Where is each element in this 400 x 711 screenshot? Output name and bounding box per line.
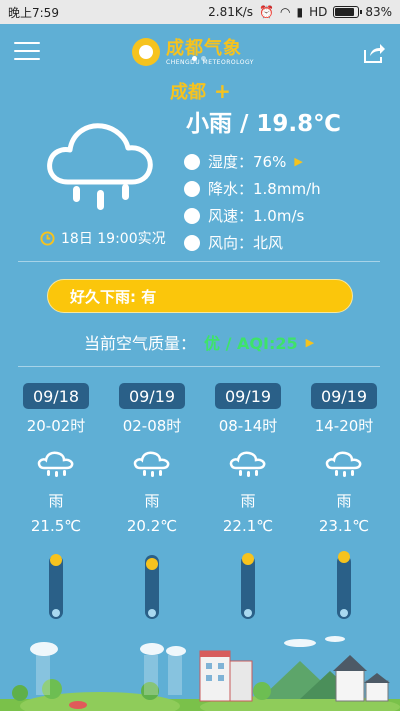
rain-text: 降水：1.8mm/h: [208, 180, 321, 198]
status-network: HD: [309, 5, 328, 19]
forecast-range: 14-20时: [314, 417, 374, 435]
forecast-date: 09/18: [23, 383, 89, 409]
forecast-weather: 雨: [48, 492, 64, 510]
wifi-icon: ◠: [279, 5, 291, 19]
logo-title: 成都气象: [166, 37, 242, 59]
status-speed: 2.81K/s: [208, 5, 254, 19]
rain-cloud-icon: [133, 451, 170, 477]
battery-icon: [333, 6, 363, 18]
forecast-date: 09/19: [215, 383, 281, 409]
add-city-button[interactable]: +: [214, 79, 231, 103]
forecast-temp: 23.1℃: [318, 517, 370, 535]
fan-icon: [184, 207, 200, 224]
page-indicator: [192, 56, 206, 61]
status-battery: 83%: [365, 5, 392, 19]
signal-icon: ▮: [296, 5, 304, 19]
forecast-range: 02-08时: [122, 417, 182, 435]
expand-arrow-icon: ▶: [294, 155, 303, 168]
forecast-item[interactable]: 09/18 20-02时 雨 21.5℃: [8, 383, 104, 621]
logo-subtitle: CHENGDU METEOROLOGY: [166, 58, 254, 66]
forecast-date: 09/19: [119, 383, 185, 409]
forecast-list: 09/18 20-02时 雨 21.5℃ 09/19 02-08时 雨 20.2…: [0, 383, 400, 621]
compass-icon: [184, 234, 200, 251]
rain-drop-icon: [184, 180, 200, 197]
page-dot: [201, 56, 206, 61]
wind-speed-text: 风速：1.0m/s: [208, 207, 305, 225]
clock-icon: [40, 230, 55, 246]
city-scene-illustration: [0, 636, 400, 711]
rain-cloud-icon: [325, 451, 362, 477]
wind-speed-row: 风速：1.0m/s: [184, 202, 321, 229]
humidity-icon: [184, 153, 200, 170]
app-bar: 成都气象 CHENGDU METEOROLOGY: [0, 24, 400, 80]
current-details: 湿度：76% ▶ 降水：1.8mm/h 风速：1.0m/s 风向：北风: [184, 148, 321, 256]
forecast-item[interactable]: 09/19 02-08时 雨 20.2℃: [104, 383, 200, 621]
expand-arrow-icon: ▶: [305, 335, 315, 349]
share-icon[interactable]: [362, 42, 386, 64]
forecast-date: 09/19: [311, 383, 377, 409]
rain-cloud-icon: [37, 451, 74, 477]
divider: [18, 261, 380, 262]
rain-cloud-icon: [47, 123, 153, 210]
forecast-weather: 雨: [240, 492, 256, 510]
city-selector[interactable]: 成都 +: [170, 78, 231, 104]
status-time: 晚上7:59: [8, 5, 59, 20]
aqi-value: 优 / AQI:25: [204, 334, 298, 353]
rain-alert-text: 好久下雨: 有: [70, 287, 157, 306]
panda-logo-icon: [132, 38, 160, 66]
forecast-range: 20-02时: [26, 417, 86, 435]
forecast-range: 08-14时: [218, 417, 278, 435]
city-name: 成都: [170, 82, 206, 103]
divider: [18, 366, 380, 367]
humidity-row[interactable]: 湿度：76% ▶: [184, 148, 321, 175]
wind-direction-row: 风向：北风: [184, 229, 321, 256]
rain-row: 降水：1.8mm/h: [184, 175, 321, 202]
observation-time: 18日 19:00实况: [40, 228, 166, 248]
aqi-label: 当前空气质量：: [84, 334, 197, 353]
menu-icon[interactable]: [14, 42, 40, 62]
forecast-temp: 20.2℃: [126, 517, 178, 535]
rain-cloud-icon: [229, 451, 266, 477]
humidity-text: 湿度：76%: [208, 153, 287, 171]
status-bar: 晚上7:59 2.81K/s ⏰ ◠ ▮ HD 83%: [0, 0, 400, 24]
forecast-item[interactable]: 09/19 08-14时 雨 22.1℃: [200, 383, 296, 621]
observation-time-text: 18日 19:00实况: [61, 231, 166, 247]
rain-alert-banner[interactable]: 好久下雨: 有: [47, 279, 353, 313]
forecast-temp: 21.5℃: [30, 517, 82, 535]
forecast-weather: 雨: [336, 492, 352, 510]
app-logo: 成都气象 CHENGDU METEOROLOGY: [132, 38, 254, 66]
forecast-weather: 雨: [144, 492, 160, 510]
current-condition: 小雨 / 19.8℃: [186, 111, 342, 137]
air-quality-row[interactable]: 当前空气质量： 优 / AQI:25 ▶: [84, 330, 314, 354]
forecast-temp: 22.1℃: [222, 517, 274, 535]
alarm-icon: ⏰: [259, 5, 274, 19]
wind-direction-text: 风向：北风: [208, 234, 284, 252]
forecast-item[interactable]: 09/19 14-20时 雨 23.1℃: [296, 383, 392, 621]
page-dot: [192, 56, 197, 61]
